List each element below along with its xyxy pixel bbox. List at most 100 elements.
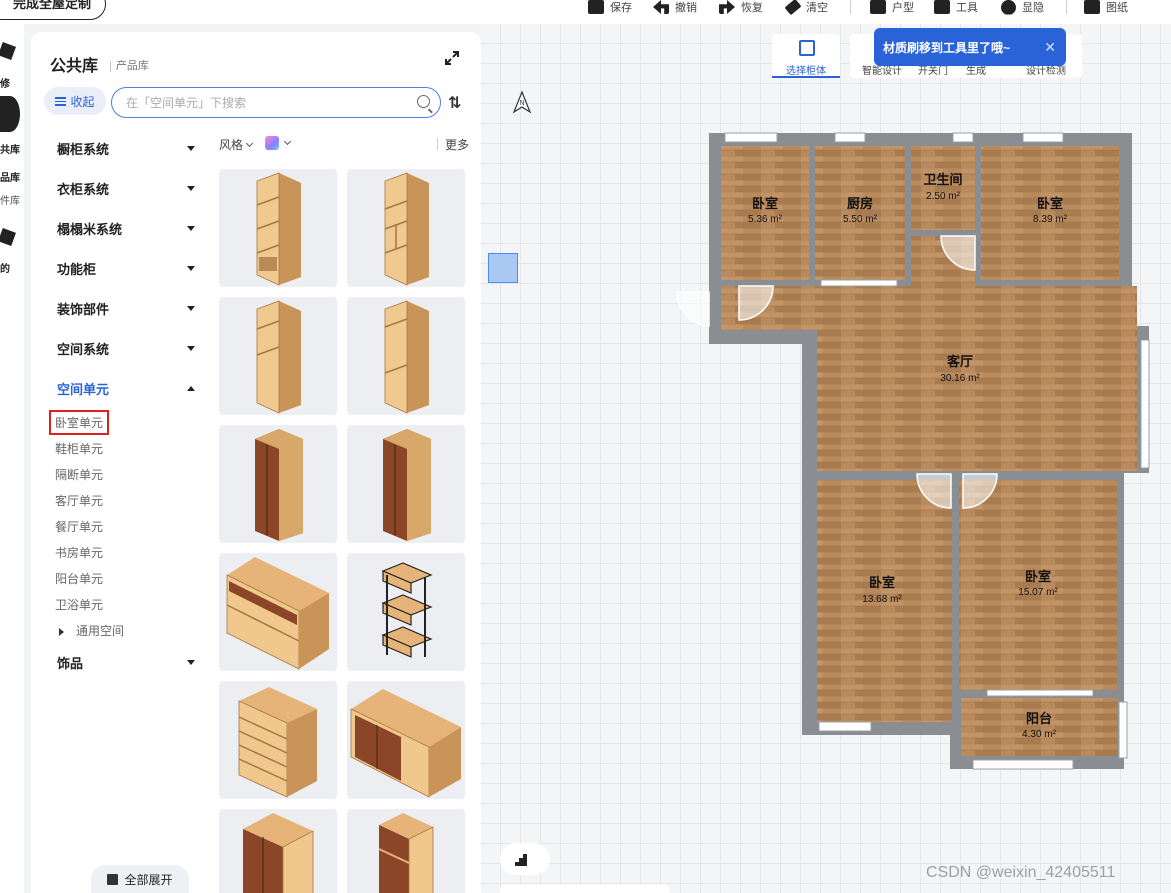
product-tile[interactable] bbox=[347, 425, 465, 543]
floor-plan[interactable]: 卧室 5.36 m² 厨房 5.50 m² 卫生间 2.50 m² 卧室 8.3… bbox=[481, 24, 1171, 893]
product-tile[interactable] bbox=[347, 169, 465, 287]
category-wardrobe-system[interactable]: 衣柜系统 bbox=[57, 178, 195, 198]
expand-icon[interactable] bbox=[444, 50, 460, 66]
room-label: 卧室 bbox=[752, 196, 778, 211]
floorplan-button[interactable]: 户型 bbox=[870, 0, 914, 14]
rail-label-product[interactable]: 品库 bbox=[0, 169, 20, 184]
tv-cabinet-thumbnail bbox=[350, 689, 461, 798]
bottom-toolbar bbox=[500, 884, 670, 893]
product-tile[interactable] bbox=[219, 553, 337, 671]
public-library-icon[interactable] bbox=[0, 96, 20, 132]
stairs-tool-button[interactable] bbox=[500, 843, 550, 875]
redo-button[interactable]: 恢复 bbox=[719, 0, 763, 14]
rail-label-public[interactable]: 共库 bbox=[0, 141, 20, 156]
chevron-down-icon bbox=[187, 225, 195, 231]
tall-shelf-drawers-thumbnail bbox=[384, 172, 429, 286]
general-space-toggle[interactable]: 通用空间 bbox=[59, 622, 124, 639]
category-accessories[interactable]: 饰品 bbox=[57, 652, 195, 672]
left-rail: 修 共库 品库 件库 的 bbox=[0, 24, 24, 893]
more-filters-link[interactable]: 更多 bbox=[436, 136, 469, 153]
product-tile[interactable] bbox=[347, 553, 465, 671]
toolbar-divider bbox=[850, 0, 851, 14]
style-filter-dropdown[interactable]: 风格 bbox=[219, 136, 254, 153]
library-subtitle[interactable]: 产品库 bbox=[109, 57, 149, 73]
room-floor[interactable] bbox=[721, 146, 809, 280]
toolbar-divider bbox=[1066, 0, 1067, 14]
subcategory-bedroom-unit[interactable]: 卧室单元 bbox=[48, 410, 110, 435]
product-tile[interactable] bbox=[347, 809, 465, 893]
rail-label-decor[interactable]: 修 bbox=[0, 75, 10, 90]
tools-button[interactable]: 工具 bbox=[934, 0, 978, 14]
category-function-cabinet[interactable]: 功能柜 bbox=[57, 258, 195, 278]
room-floor[interactable] bbox=[959, 480, 1117, 690]
undo-button[interactable]: 撤销 bbox=[653, 0, 697, 14]
color-swatch-icon bbox=[265, 136, 279, 150]
chevron-down-icon bbox=[187, 185, 195, 191]
rail-label-parts[interactable]: 件库 bbox=[0, 192, 20, 207]
product-tile[interactable] bbox=[219, 297, 337, 415]
category-tatami-system[interactable]: 榻榻米系统 bbox=[57, 218, 195, 238]
design-canvas[interactable]: 卧室 5.36 m² 厨房 5.50 m² 卫生间 2.50 m² 卧室 8.3… bbox=[481, 24, 1171, 893]
subcategory-shoe-cabinet-unit[interactable]: 鞋柜单元 bbox=[55, 440, 103, 457]
room-area: 15.07 m² bbox=[1018, 587, 1058, 598]
room-label: 卧室 bbox=[1037, 196, 1063, 211]
product-tile[interactable] bbox=[347, 297, 465, 415]
chevron-down-icon bbox=[187, 659, 195, 665]
library-title: 公共库 bbox=[50, 58, 99, 75]
search-box[interactable] bbox=[111, 87, 441, 118]
search-icon[interactable] bbox=[417, 95, 430, 108]
rail-label-mine[interactable]: 的 bbox=[0, 260, 10, 275]
sort-icon[interactable]: ⇅ bbox=[448, 93, 461, 113]
my-icon[interactable] bbox=[0, 228, 16, 246]
room-floor[interactable] bbox=[961, 698, 1117, 756]
color-filter-dropdown[interactable] bbox=[265, 136, 292, 150]
subcategory-dining-room-unit[interactable]: 餐厅单元 bbox=[55, 518, 103, 535]
search-input[interactable] bbox=[126, 94, 406, 112]
product-tile[interactable] bbox=[347, 681, 465, 799]
room-label: 客厅 bbox=[947, 354, 973, 369]
product-tile[interactable] bbox=[219, 809, 337, 893]
drawing-button[interactable]: 图纸 bbox=[1084, 0, 1128, 14]
wardrobe-thumbnail bbox=[383, 429, 431, 541]
room-floor[interactable] bbox=[815, 146, 905, 280]
select-cabinet-tool[interactable]: 选择柜体 bbox=[772, 34, 840, 78]
category-decor-parts[interactable]: 装饰部件 bbox=[57, 298, 195, 318]
chevron-down-icon bbox=[245, 139, 254, 148]
paint-roller-icon bbox=[934, 0, 950, 14]
close-icon[interactable]: ✕ bbox=[1044, 39, 1056, 56]
collapse-button[interactable]: 收起 bbox=[44, 87, 106, 115]
expand-all-button[interactable]: 全部展开 bbox=[91, 865, 189, 893]
tall-open-shelf-thumbnail bbox=[256, 172, 301, 286]
clear-button[interactable]: 清空 bbox=[786, 0, 828, 14]
list-collapse-icon bbox=[55, 96, 67, 106]
watermark: CSDN @weixin_42405511 bbox=[926, 864, 1116, 881]
category-space-unit[interactable]: 空间单元 bbox=[57, 378, 195, 398]
category-space-system[interactable]: 空间系统 bbox=[57, 338, 195, 358]
eye-icon bbox=[1001, 0, 1016, 15]
product-tile[interactable] bbox=[219, 681, 337, 799]
finish-custom-button[interactable]: 完成全屋定制 bbox=[0, 0, 107, 20]
library-panel: 公共库 产品库 收起 ⇅ 橱柜系统 衣柜系统 榻榻米系统 功能柜 装饰部件 空间… bbox=[31, 32, 481, 893]
subcategory-study-unit[interactable]: 书房单元 bbox=[55, 544, 103, 561]
wardrobe-shelf-thumbnail bbox=[378, 813, 434, 893]
chevron-down-icon bbox=[187, 345, 195, 351]
chevron-down-icon bbox=[187, 265, 195, 271]
subcategory-partition-unit[interactable]: 隔断单元 bbox=[55, 466, 103, 483]
chevron-down-icon bbox=[283, 137, 292, 146]
subcategory-living-room-unit[interactable]: 客厅单元 bbox=[55, 492, 103, 509]
product-tile[interactable] bbox=[219, 169, 337, 287]
save-button[interactable]: 保存 bbox=[588, 0, 632, 14]
selection-box[interactable] bbox=[488, 253, 518, 283]
filter-bar: 风格 更多 bbox=[219, 136, 469, 152]
category-cabinet-system[interactable]: 橱柜系统 bbox=[57, 138, 195, 158]
tooltip: 材质刷移到工具里了哦~ ✕ bbox=[874, 28, 1066, 66]
compass-icon[interactable]: N bbox=[510, 90, 534, 114]
room-floor[interactable] bbox=[911, 146, 975, 230]
subcategory-balcony-unit[interactable]: 阳台单元 bbox=[55, 570, 103, 587]
product-tile[interactable] bbox=[219, 425, 337, 543]
room-floor[interactable] bbox=[981, 146, 1119, 280]
subcategory-bathroom-unit[interactable]: 卫浴单元 bbox=[55, 596, 103, 613]
visibility-button[interactable]: 显隐 bbox=[1001, 0, 1044, 15]
cube-icon[interactable] bbox=[0, 42, 16, 60]
redo-icon bbox=[719, 0, 735, 14]
